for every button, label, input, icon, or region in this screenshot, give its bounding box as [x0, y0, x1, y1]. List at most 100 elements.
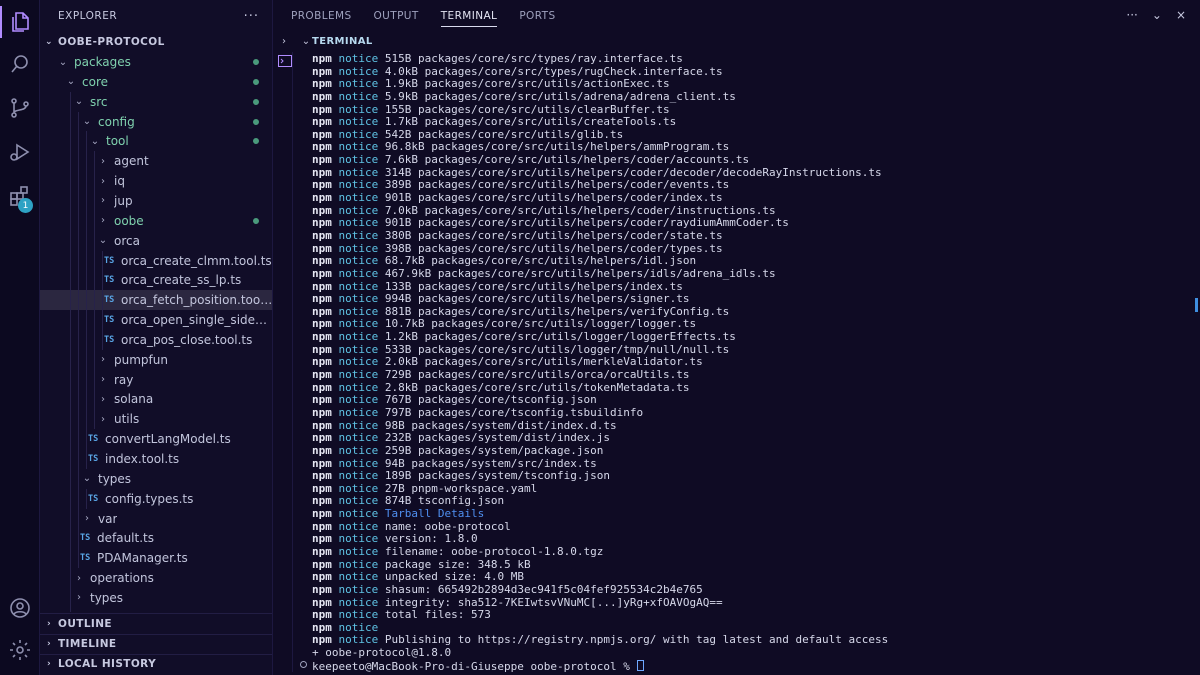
indent-guide: [94, 230, 95, 251]
tree-item-label: PDAManager.ts: [97, 551, 188, 566]
run-debug-icon[interactable]: [0, 132, 40, 172]
indent-guide: [86, 329, 87, 350]
folder-item[interactable]: › ray: [40, 369, 272, 390]
folder-item[interactable]: ⌄ core: [40, 72, 272, 92]
indent-guide: [70, 488, 71, 509]
folder-item[interactable]: ›utils: [40, 409, 272, 430]
file-item[interactable]: TS default.ts: [40, 528, 272, 549]
npm-prefix: npm: [312, 140, 339, 154]
terminal-section-header[interactable]: › ⌄ TERMINAL: [273, 32, 1200, 50]
published-line: + oobe-protocol@1.8.0: [312, 646, 452, 660]
timeline-section-header[interactable]: › TIMELINE: [40, 634, 272, 654]
extensions-icon[interactable]: 1: [0, 176, 40, 216]
chevron-right-icon: ›: [101, 374, 105, 386]
prompt-line[interactable]: keepeeto@MacBook-Pro-di-Giuseppe oobe-pr…: [312, 659, 1192, 673]
notice-label: notice: [338, 165, 379, 179]
terminal-text: 1.7kB packages/core/src/utils/createTool…: [378, 115, 677, 129]
npm-prefix: npm: [312, 355, 339, 369]
file-item[interactable]: TS config.types.ts: [40, 488, 272, 509]
folder-item[interactable]: › pumpfun: [40, 349, 272, 370]
project-name: OOBE-PROTOCOL: [58, 36, 165, 48]
chevron-right-icon: ›: [77, 592, 81, 604]
indent-guide: [102, 290, 103, 311]
tab-output[interactable]: OUTPUT: [374, 0, 419, 32]
notice-label: notice: [338, 228, 379, 242]
folder-item[interactable]: ⌄ tool: [40, 131, 272, 152]
more-actions-icon[interactable]: ···: [1126, 8, 1137, 22]
terminal-icon[interactable]: [278, 55, 292, 67]
file-item[interactable]: TS index.tool.ts: [40, 449, 272, 469]
file-item[interactable]: TS orca_fetch_position.tool.ts: [40, 290, 272, 311]
indent-guide: [70, 91, 71, 112]
notice-label: notice: [338, 393, 379, 407]
tab-terminal[interactable]: TERMINAL: [440, 0, 498, 32]
source-control-icon[interactable]: [0, 88, 40, 128]
tree-item-label: config: [98, 114, 135, 129]
terminal-text: 380B packages/core/src/utils/helpers/cod…: [378, 228, 723, 242]
folder-item[interactable]: › var: [40, 508, 272, 529]
indent-guide: [86, 429, 87, 450]
indent-guide: [86, 488, 87, 509]
folder-item[interactable]: ⌄ orca: [40, 230, 272, 251]
indent-guide: [86, 369, 87, 390]
folder-item[interactable]: ›utils: [40, 607, 272, 612]
folder-item[interactable]: › solana: [40, 389, 272, 410]
folder-item[interactable]: › iq: [40, 171, 272, 192]
npm-prefix: npm: [312, 507, 339, 521]
terminal-text: 7.0kB packages/core/src/utils/helpers/co…: [378, 203, 776, 217]
folder-item[interactable]: › oobe: [40, 210, 272, 231]
chevron-down-icon[interactable]: ⌄: [1152, 8, 1162, 22]
indent-guide: [70, 151, 71, 172]
indent-guide: [94, 190, 95, 211]
npm-prefix: npm: [312, 494, 339, 508]
folder-item[interactable]: ⌄ config: [40, 111, 272, 132]
file-item[interactable]: TS orca_open_single_side_po...: [40, 310, 272, 331]
tab-problems[interactable]: PROBLEMS: [291, 0, 352, 32]
indent-guide: [78, 508, 79, 529]
folder-item[interactable]: ⌄ src: [40, 91, 272, 112]
npm-prefix: npm: [312, 203, 339, 217]
npm-prefix: npm: [312, 456, 339, 470]
indent-guide: [78, 210, 79, 231]
chevron-right-icon: ›: [101, 215, 105, 227]
folder-item[interactable]: › types: [40, 587, 272, 608]
file-item[interactable]: TS PDAManager.ts: [40, 548, 272, 569]
project-section-header[interactable]: ⌄ OOBE-PROTOCOL: [40, 32, 272, 52]
terminal-output[interactable]: npm notice 515B packages/core/src/types/…: [312, 52, 1192, 673]
npm-prefix: npm: [312, 431, 339, 445]
outline-section-header[interactable]: › OUTLINE: [40, 614, 272, 634]
folder-item[interactable]: ⌄ packages: [40, 52, 272, 72]
notice-label: notice: [338, 140, 379, 154]
indent-guide: [70, 131, 71, 152]
more-actions-button[interactable]: ···: [244, 9, 259, 24]
npm-prefix: npm: [312, 620, 339, 634]
folder-item[interactable]: ⌄ types: [40, 468, 272, 489]
local-history-section-header[interactable]: › LOCAL HISTORY: [40, 654, 272, 674]
search-icon[interactable]: [0, 44, 40, 84]
npm-prefix: npm: [312, 178, 339, 192]
bottom-panel: PROBLEMS OUTPUT TERMINAL PORTS ··· ⌄ × ›…: [273, 0, 1200, 675]
file-item[interactable]: TS orca_pos_close.tool.ts: [40, 329, 272, 350]
settings-gear-icon[interactable]: [0, 630, 40, 670]
npm-prefix: npm: [312, 153, 339, 167]
notice-label: notice: [338, 77, 379, 91]
scrollbar-marker[interactable]: [1195, 298, 1198, 312]
file-item[interactable]: TS orca_create_clmm.tool.ts: [40, 250, 272, 271]
chevron-down-icon: ⌄: [82, 116, 92, 128]
account-icon[interactable]: [0, 588, 40, 628]
explorer-header: EXPLORER ···: [40, 0, 272, 32]
tab-ports[interactable]: PORTS: [519, 0, 555, 32]
folder-item[interactable]: › jup: [40, 190, 272, 211]
indent-guide: [78, 369, 79, 390]
close-icon[interactable]: ×: [1176, 8, 1186, 22]
terminal-text: 232B packages/system/dist/index.js: [378, 431, 611, 445]
activity-bar: 1: [0, 0, 40, 675]
npm-prefix: npm: [312, 469, 339, 483]
explorer-icon[interactable]: [0, 2, 40, 42]
folder-item[interactable]: › operations: [40, 568, 272, 589]
file-item[interactable]: TS orca_create_ss_lp.ts: [40, 270, 272, 291]
notice-label: notice: [338, 595, 379, 609]
folder-item[interactable]: › agent: [40, 151, 272, 172]
file-item[interactable]: TS convertLangModel.ts: [40, 429, 272, 450]
tree-item-label: src: [90, 94, 108, 109]
